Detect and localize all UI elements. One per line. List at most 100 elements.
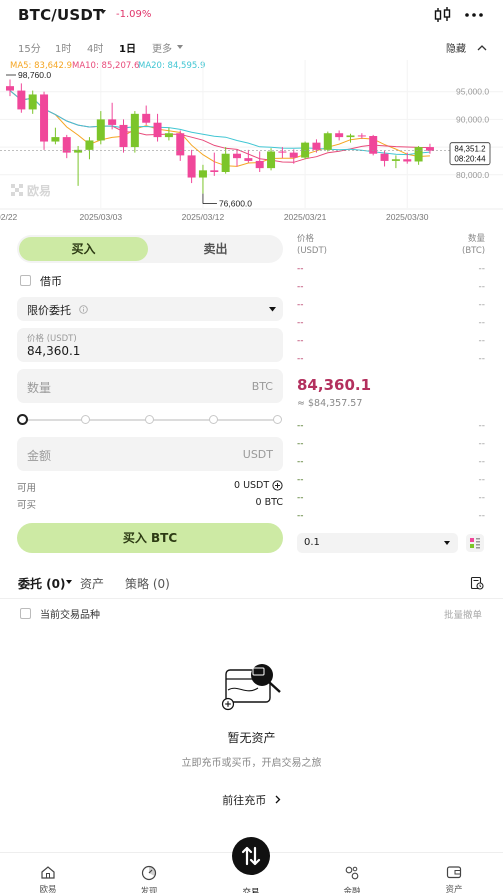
bid-qty: -- [478,493,486,503]
candle-body [391,159,400,161]
depth-select[interactable]: 0.1 [297,533,458,553]
ask-price: -- [297,282,304,292]
info-icon[interactable] [79,305,88,314]
candle [51,127,60,145]
amount-placeholder: 金额 [27,449,52,463]
buy-btc-button[interactable]: 买入 BTC [17,523,283,553]
candle [96,111,105,145]
candle [28,90,37,114]
candle-body [403,159,412,162]
available-label: 可用 [17,483,37,494]
candle-body [425,147,434,151]
ask-row[interactable]: -- -- [297,300,485,312]
x-tick-label: 2025/03/21 [284,212,327,222]
tab-orders[interactable]: 委托 (0) [18,575,66,592]
tab-strategy[interactable]: 策略 (0) [125,575,170,592]
nav-home[interactable]: 欧易 [18,865,78,893]
add-funds-icon[interactable] [272,480,283,491]
bid-row[interactable]: -- -- [297,493,485,505]
amount-input[interactable]: 金额 USDT [17,437,283,471]
svg-text:欧易: 欧易 [27,183,51,198]
candle-body [233,153,241,159]
ask-row[interactable]: -- -- [297,354,485,366]
price-chart[interactable]: 欧易 95,000.090,000.085,000.080,000.002/22… [0,60,503,228]
bid-row[interactable]: -- -- [297,439,485,451]
order-type-select[interactable]: 限价委托 [17,297,283,321]
current-pair-checkbox[interactable] [20,608,31,619]
candle-body [335,133,344,138]
pair-title[interactable]: BTC/USDT [18,6,103,24]
quantity-unit: BTC [251,380,273,393]
bid-row[interactable]: -- -- [297,511,485,523]
slider-stop-100[interactable] [273,415,282,424]
ask-row[interactable]: -- -- [297,282,485,294]
wallet-icon [446,866,462,879]
candle-body [267,151,276,169]
sell-tab[interactable]: 卖出 [150,237,281,261]
x-tick-label: 02/22 [0,212,18,222]
trade-center-button[interactable] [232,837,270,875]
ob-price-header: 价格 (USDT) [297,234,327,256]
buy-tab[interactable]: 买入 [19,237,148,261]
slider-stop-25[interactable] [81,415,90,424]
empty-subtitle: 立即充币或买币，开启交易之旅 [181,758,322,769]
amount-slider-knob[interactable] [17,414,28,425]
chevron-right-icon [275,795,281,804]
candle-body [108,119,117,125]
nav-trade[interactable]: 交易 [221,885,281,893]
hide-chart-button[interactable]: 隐藏 [446,40,487,55]
nav-trade-label: 交易 [242,888,260,893]
candle-body [221,153,230,172]
ask-qty: -- [478,318,486,328]
nav-finance[interactable]: 金融 [322,865,382,893]
ask-qty: -- [478,300,486,310]
tab-15m[interactable]: 15分 [18,40,41,55]
orderbook-layout-icon[interactable] [466,534,484,552]
candle [233,149,241,167]
empty-title: 暂无资产 [227,731,276,745]
more-icon[interactable] [463,5,485,25]
slider-stop-50[interactable] [145,415,154,424]
candle [278,147,287,159]
bid-row[interactable]: -- -- [297,475,485,487]
nav-assets[interactable]: 资产 [424,865,484,893]
ask-row[interactable]: -- -- [297,264,485,276]
candle-body [255,160,264,169]
quantity-input[interactable]: 数量 BTC [17,369,283,403]
bid-row[interactable]: -- -- [297,421,485,433]
ask-price: -- [297,300,304,310]
candle-body [164,133,173,138]
candlestick-icon[interactable] [432,5,454,25]
slider-stop-75[interactable] [209,415,218,424]
caret-down-icon[interactable] [66,580,72,584]
pair-dropdown-icon[interactable] [100,10,106,14]
bid-row[interactable]: -- -- [297,457,485,469]
tab-1d[interactable]: 1日 [119,40,136,55]
candle-body [176,133,185,156]
ask-row[interactable]: -- -- [297,336,485,348]
tab-4h[interactable]: 4时 [87,40,103,55]
candle-body [51,137,60,142]
candle-body [346,135,355,138]
countdown-label: 08:20:44 [454,155,486,164]
candle [357,133,366,139]
candle [62,134,71,159]
amount-unit: USDT [242,448,273,461]
price-input[interactable]: 价格 (USDT) 84,360.1 [17,328,283,362]
ask-row[interactable]: -- -- [297,318,485,330]
order-history-icon[interactable] [470,576,484,590]
ask-price: -- [297,318,304,328]
nav-discover[interactable]: 发现 [119,865,179,893]
tab-more[interactable]: 更多 [152,40,172,55]
bid-price: -- [297,421,304,431]
ma5-line [9,90,430,167]
candle [335,130,344,141]
batch-cancel-button[interactable]: 批量撤单 [444,607,482,621]
borrow-checkbox[interactable] [20,275,31,286]
tab-1h[interactable]: 1时 [55,40,71,55]
tab-assets[interactable]: 资产 [80,575,104,592]
deposit-link[interactable]: 前往充币 [0,792,503,808]
y-tick-label: 90,000.0 [456,114,489,124]
candle-body [187,155,196,178]
price-input-value: 84,360.1 [27,344,81,358]
